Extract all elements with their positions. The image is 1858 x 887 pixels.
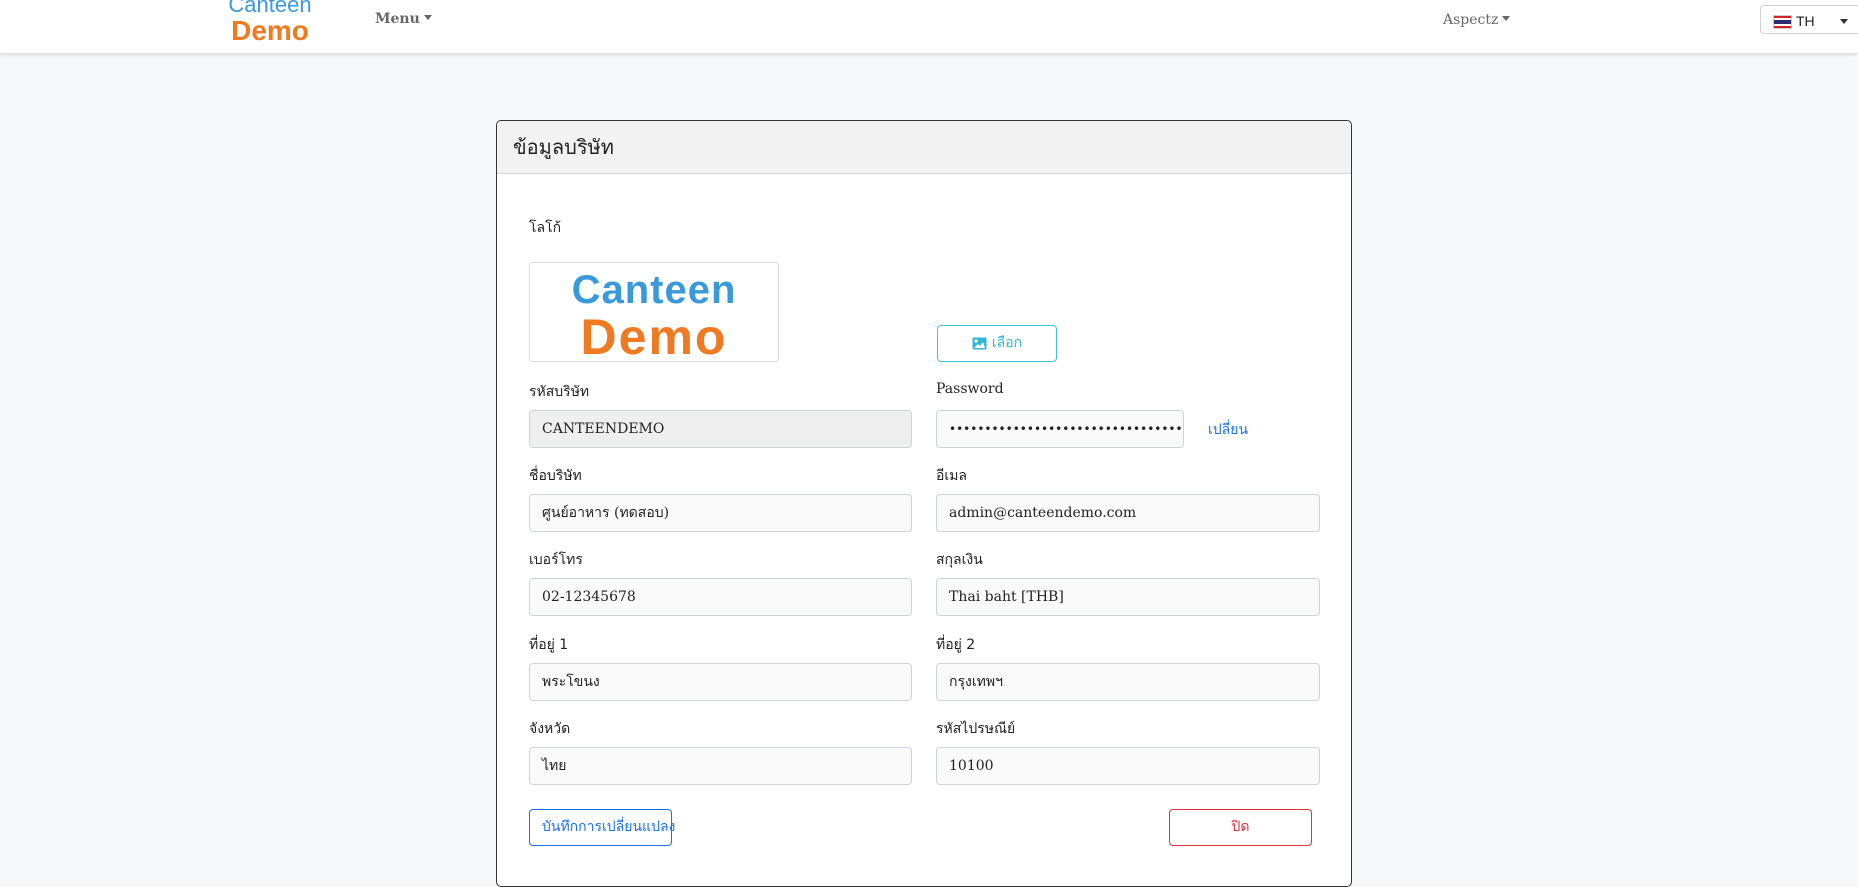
password-label: Password xyxy=(936,381,1004,397)
choose-logo-button[interactable]: เลือก xyxy=(937,325,1057,362)
choose-logo-label: เลือก xyxy=(991,335,1023,351)
address1-field[interactable]: พระโขนง xyxy=(529,663,912,701)
company-logo-image: Canteen Demo xyxy=(529,262,779,362)
card-header: ข้อมูลบริษัท xyxy=(497,121,1351,174)
change-password-link[interactable]: เปลี่ยน xyxy=(1208,419,1248,441)
page-title: ข้อมูลบริษัท xyxy=(513,135,614,159)
province-label: จังหวัด xyxy=(529,721,571,737)
company-name-label: ชื่อบริษัท xyxy=(529,468,582,484)
menu-dropdown[interactable]: Menu xyxy=(375,11,432,27)
brand-logo[interactable]: Canteen Demo xyxy=(224,0,316,45)
user-label: Aspectz xyxy=(1443,12,1499,28)
email-field[interactable]: admin@canteendemo.com xyxy=(936,494,1320,532)
company-code-field: CANTEENDEMO xyxy=(529,410,912,448)
company-name-field[interactable]: ศูนย์อาหาร (ทดสอบ) xyxy=(529,494,912,532)
postal-code-field[interactable]: 10100 xyxy=(936,747,1320,785)
chevron-down-icon xyxy=(1840,19,1848,24)
language-code: TH xyxy=(1796,13,1815,29)
currency-label: สกุลเงิน xyxy=(936,552,983,568)
language-select[interactable]: TH xyxy=(1760,5,1858,34)
postal-code-label: รหัสไปรษณีย์ xyxy=(936,721,1016,737)
phone-label: เบอร์โทร xyxy=(529,552,583,568)
address2-field[interactable]: กรุงเทพฯ xyxy=(936,663,1320,701)
brand-line2: Demo xyxy=(231,15,309,46)
save-changes-button[interactable]: บันทึกการเปลี่ยนแปลง xyxy=(529,809,675,846)
address1-label: ที่อยู่ 1 xyxy=(529,637,569,653)
image-icon xyxy=(972,337,987,350)
top-navbar: Canteen Demo Menu Aspectz TH xyxy=(0,0,1858,54)
company-code-label: รหัสบริษัท xyxy=(529,384,590,400)
company-info-card: ข้อมูลบริษัท โลโก้ Canteen Demo เลือก รห… xyxy=(496,120,1352,887)
brand-line1: Canteen xyxy=(228,0,312,17)
chevron-down-icon xyxy=(1502,16,1511,21)
logo-label: โลโก้ xyxy=(529,220,562,236)
logo-line2: Demo xyxy=(580,309,728,365)
logo-line1: Canteen xyxy=(571,268,737,312)
password-field[interactable]: ••••••••••••••••••••••••••••••••••••••••… xyxy=(936,410,1184,448)
address2-label: ที่อยู่ 2 xyxy=(936,637,976,653)
currency-select[interactable]: Thai baht [THB] xyxy=(936,578,1320,616)
thailand-flag-icon xyxy=(1773,15,1792,29)
province-field[interactable]: ไทย xyxy=(529,747,912,785)
user-dropdown[interactable]: Aspectz xyxy=(1443,12,1511,28)
menu-label: Menu xyxy=(375,11,420,27)
phone-field[interactable]: 02-12345678 xyxy=(529,578,912,616)
close-button[interactable]: ปิด xyxy=(1169,809,1312,846)
email-label: อีเมล xyxy=(936,468,968,484)
chevron-down-icon xyxy=(423,15,432,20)
